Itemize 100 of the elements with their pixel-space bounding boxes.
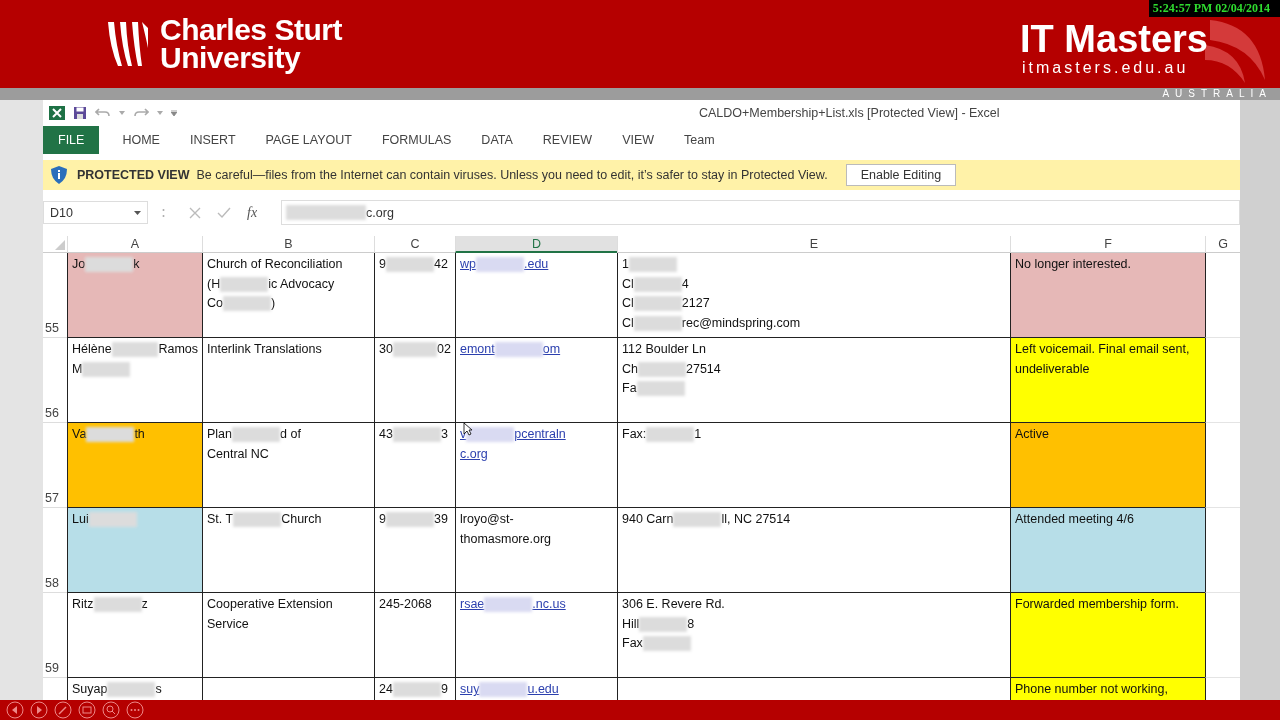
column-header[interactable]: B xyxy=(202,236,374,253)
redaction-blur xyxy=(220,276,269,292)
table-cell: Attended meeting 4/6 xyxy=(1010,508,1205,593)
brand-name: IT Masters xyxy=(1020,19,1208,59)
file-tab[interactable]: FILE xyxy=(43,126,100,154)
redaction-blur xyxy=(494,342,543,358)
redaction-blur xyxy=(638,361,686,377)
redaction-blur xyxy=(385,257,434,273)
university-name: Charles Sturt xyxy=(160,16,342,44)
select-all-icon[interactable] xyxy=(55,240,65,250)
table-cell: Phone number not working, xyxy=(1010,678,1205,700)
cancel-icon[interactable] xyxy=(189,206,201,219)
table-cell: Church of Reconciliation (H ic Advocacy Co ) xyxy=(202,253,374,338)
table-cell: 30 02 xyxy=(374,338,455,423)
arrow-left-icon[interactable] xyxy=(6,701,24,719)
redaction-blur xyxy=(107,682,156,698)
redaction-blur xyxy=(466,427,515,443)
table-cell: 245-2068 xyxy=(374,593,455,678)
save-icon[interactable] xyxy=(73,106,87,120)
row-header[interactable]: 59 xyxy=(45,661,59,675)
redaction-blur xyxy=(673,512,722,528)
insert-function-button[interactable]: fx xyxy=(247,204,258,221)
redaction-blur xyxy=(479,682,528,698)
table-cell: Active xyxy=(1010,423,1205,508)
university-name: University xyxy=(160,44,302,72)
redaction-blur xyxy=(476,257,524,273)
ribbon-tab[interactable]: Team xyxy=(671,126,728,154)
table-cell: emont om xyxy=(455,338,617,423)
excel-icon[interactable] xyxy=(49,105,65,121)
protected-view-title: PROTECTED VIEW xyxy=(77,168,190,182)
pen-icon[interactable] xyxy=(54,701,72,719)
table-cell: lroyo@st- thomasmore.org xyxy=(455,508,617,593)
table-cell: wp .edu xyxy=(455,253,617,338)
ribbon-tab[interactable]: DATA xyxy=(468,126,526,154)
name-box[interactable]: D10 xyxy=(43,201,148,224)
enable-editing-button[interactable]: Enable Editing xyxy=(845,164,957,186)
redaction-blur xyxy=(484,597,533,613)
table-cell: Jo k xyxy=(67,253,202,338)
redaction-blur xyxy=(392,342,438,358)
table-cell: 43 3 xyxy=(374,423,455,508)
redaction-blur xyxy=(86,427,135,443)
more-icon[interactable] xyxy=(126,701,144,719)
ribbon-tab[interactable]: HOME xyxy=(109,126,173,154)
ribbon-tab[interactable]: INSERT xyxy=(176,126,249,154)
table-cell: 306 E. Revere Rd. Hill 8 Fax xyxy=(617,593,1010,678)
table-cell: St. T Church xyxy=(202,508,374,593)
redaction-blur xyxy=(633,276,682,292)
table-cell: Interlink Translations xyxy=(202,338,374,423)
dots-icon xyxy=(162,207,165,218)
customize-icon[interactable] xyxy=(171,110,177,116)
row-header[interactable]: 55 xyxy=(45,321,59,335)
table-cell: 1 Cl 4 Cl 2127 Cl rec@mindspring.com xyxy=(617,253,1010,338)
ribbon-tab[interactable]: PAGE LAYOUT xyxy=(252,126,365,154)
redaction-blur xyxy=(385,512,434,528)
caret-icon[interactable] xyxy=(157,111,163,115)
redaction-blur xyxy=(392,427,441,443)
redaction-blur xyxy=(111,342,159,358)
redaction-blur xyxy=(223,296,271,312)
table-cell: 9 39 xyxy=(374,508,455,593)
ribbon-tab[interactable]: FORMULAS xyxy=(368,126,465,154)
ribbon-tab[interactable]: REVIEW xyxy=(529,126,606,154)
redaction-blur xyxy=(639,616,688,632)
table-cell: 112 Boulder Ln Ch 27514 Fa xyxy=(617,338,1010,423)
table-cell: Ritz z xyxy=(67,593,202,678)
table-cell: Plan d of Central NC xyxy=(202,423,374,508)
search-icon[interactable] xyxy=(102,701,120,719)
column-header[interactable]: E xyxy=(617,236,1010,253)
window-title: CALDO+Membership+List.xls [Protected View] - Excel xyxy=(699,106,1000,120)
formula-field[interactable]: c.org xyxy=(281,200,1240,225)
timestamp: 5:24:57 PM 02/04/2014 xyxy=(1148,0,1280,17)
redaction-blur xyxy=(232,427,281,443)
table-cell: Forwarded membership form. xyxy=(1010,593,1205,678)
table-cell: Hélène Ramos M xyxy=(67,338,202,423)
column-header[interactable]: D xyxy=(455,236,617,253)
table-cell: Fax: 1 xyxy=(617,423,1010,508)
row-header[interactable]: 56 xyxy=(45,406,59,420)
shield-icon xyxy=(51,166,67,184)
table-cell: Cooperative Extension Service xyxy=(202,593,374,678)
table-cell: 9 42 xyxy=(374,253,455,338)
brand-url: itmasters.edu.au xyxy=(1022,59,1189,77)
protected-view-message: Be careful—files from the Internet can contain viruses. Unless you need to edit, it’s safer to stay in Protected View. xyxy=(196,168,828,182)
ribbon-tab[interactable]: VIEW xyxy=(609,126,668,154)
country-label: AUSTRALIA xyxy=(1162,88,1272,100)
redaction-blur xyxy=(392,682,441,698)
redaction-blur xyxy=(633,315,682,331)
table-cell: Lui xyxy=(67,508,202,593)
redaction-blur xyxy=(233,512,282,528)
check-icon[interactable] xyxy=(217,206,231,219)
table-cell: rsae .nc.us xyxy=(455,593,617,678)
caret-icon[interactable] xyxy=(119,111,125,115)
arrow-right-icon[interactable] xyxy=(30,701,48,719)
table-cell: 940 Carn ll, NC 27514 xyxy=(617,508,1010,593)
table-cell: No longer interested. xyxy=(1010,253,1205,338)
table-cell: Left voicemail. Final email sent, undeliverable xyxy=(1010,338,1205,423)
redaction-blur xyxy=(646,427,695,443)
redaction-blur xyxy=(633,296,682,312)
slides-icon[interactable] xyxy=(78,701,96,719)
row-header[interactable]: 58 xyxy=(45,576,59,590)
row-header[interactable]: 57 xyxy=(45,491,59,505)
redaction-blur xyxy=(93,597,142,613)
